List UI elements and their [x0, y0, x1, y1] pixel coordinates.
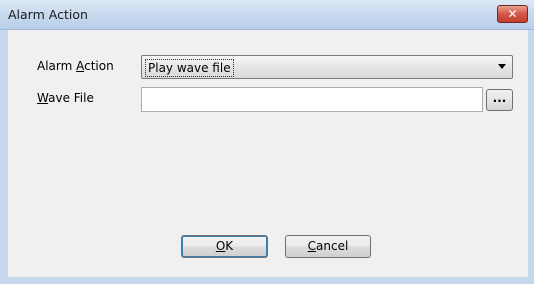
alarm-action-dropdown[interactable]: Play wave file	[141, 55, 513, 79]
window-frame-left	[0, 30, 8, 284]
cancel-button[interactable]: Cancel	[285, 235, 371, 258]
browse-button[interactable]: ...	[486, 89, 513, 111]
close-icon: ✕	[507, 7, 518, 21]
window-title: Alarm Action	[8, 7, 88, 22]
alarm-action-selected-value: Play wave file	[145, 59, 234, 77]
alarm-action-label: Alarm Action	[37, 59, 114, 73]
ok-button[interactable]: OK	[181, 235, 268, 258]
window-frame-right	[528, 30, 534, 284]
wave-file-input[interactable]	[141, 87, 483, 112]
wave-file-label: Wave File	[37, 91, 94, 105]
title-bar: Alarm Action ✕	[0, 0, 534, 30]
chevron-down-icon	[498, 64, 506, 69]
window-frame-bottom	[0, 277, 534, 284]
close-button[interactable]: ✕	[497, 5, 528, 23]
